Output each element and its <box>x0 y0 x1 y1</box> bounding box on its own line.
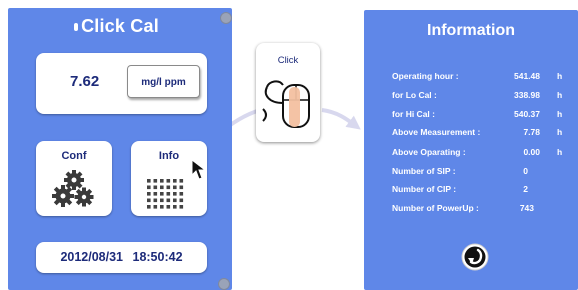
info-row-powerup: Number of PowerUp : 743 <box>364 203 578 217</box>
information-panel: Information Operating hour : 541.48 h fo… <box>364 10 578 290</box>
grid-dot <box>147 205 151 209</box>
grid-dot <box>166 179 171 183</box>
info-label: Above Measurement : <box>392 127 481 137</box>
measurement-card: 7.62 mg/l ppm <box>36 53 207 114</box>
info-row-above-operating: Above Oparating : 0.00 h <box>364 147 578 161</box>
grid-dot <box>147 185 151 190</box>
grid-dot <box>153 198 158 203</box>
grid-dot <box>166 205 171 209</box>
info-unit: h <box>557 109 563 119</box>
corner-indicator-icon <box>218 278 230 290</box>
grid-dot <box>179 179 184 183</box>
grid-dot <box>166 198 171 203</box>
grid-dot <box>153 185 158 190</box>
back-arrow-icon[interactable] <box>461 243 489 271</box>
info-row-lo-cal: for Lo Cal : 338.98 h <box>364 90 578 104</box>
conf-button-label: Conf <box>61 150 87 162</box>
mouse-pointer-icon <box>191 159 207 180</box>
grid-dot <box>173 179 177 183</box>
dot-grid-icon <box>147 179 184 209</box>
conf-button[interactable]: Conf <box>36 141 112 216</box>
grid-dot <box>173 198 177 203</box>
grid-dot <box>173 192 177 196</box>
info-unit: h <box>557 127 563 137</box>
grid-dot <box>160 179 164 183</box>
grid-dot <box>173 185 177 190</box>
unit-button[interactable]: mg/l ppm <box>127 65 200 98</box>
info-unit: h <box>557 71 563 81</box>
grid-dot <box>166 185 171 190</box>
info-row-hi-cal: for Hi Cal : 540.37 h <box>364 109 578 123</box>
grid-dot <box>147 192 151 196</box>
info-value: 0.00 <box>523 147 540 157</box>
grid-dot <box>160 198 164 203</box>
grid-dot <box>179 192 184 196</box>
info-value: 541.48 <box>514 71 540 81</box>
click-cal-panel: Click Cal 7.62 mg/l ppm Conf Info 2012/0… <box>8 8 232 290</box>
grid-dot <box>160 205 164 209</box>
mouse-click-icon <box>262 80 310 128</box>
panel-title: Click Cal <box>81 16 159 36</box>
info-label: for Lo Cal : <box>392 90 437 100</box>
info-label: Number of SIP : <box>392 166 456 176</box>
info-value: 743 <box>519 203 534 213</box>
grid-dot <box>179 185 184 190</box>
info-label: Above Oparating : <box>392 147 466 157</box>
click-instruction-card: Click <box>256 43 320 142</box>
grid-dot <box>166 192 171 196</box>
info-value: 7.78 <box>523 127 540 137</box>
info-label: Operating hour : <box>392 71 459 81</box>
grid-dot <box>160 185 164 190</box>
info-label: Number of PowerUp : <box>392 203 479 213</box>
info-value: 338.98 <box>514 90 540 100</box>
grid-dot <box>153 192 158 196</box>
gears-icon <box>52 170 94 207</box>
info-label: for Hi Cal : <box>392 109 435 119</box>
grid-dot <box>173 205 177 209</box>
grid-dot <box>147 198 151 203</box>
info-unit: h <box>557 147 563 157</box>
info-row-sip: Number of SIP : 0 <box>364 166 578 180</box>
grid-dot <box>153 205 158 209</box>
grid-dot <box>179 205 184 209</box>
grid-dot <box>147 179 151 183</box>
information-title: Information <box>427 22 515 39</box>
datetime-text: 2012/08/31 18:50:42 <box>60 250 183 264</box>
info-value: 0 <box>523 166 528 176</box>
info-value: 540.37 <box>514 109 540 119</box>
info-row-operating-hour: Operating hour : 541.48 h <box>364 71 578 85</box>
info-value: 2 <box>523 184 528 194</box>
grid-dot <box>160 192 164 196</box>
info-button[interactable]: Info <box>131 141 207 216</box>
grid-dot <box>153 179 158 183</box>
click-label: Click <box>277 55 299 66</box>
info-label: Number of CIP : <box>392 184 457 194</box>
info-unit: h <box>557 90 563 100</box>
grid-dot <box>179 198 184 203</box>
info-row-above-measurement: Above Measurement : 7.78 h <box>364 127 578 141</box>
measurement-value: 7.62 <box>70 73 100 90</box>
info-row-cip: Number of CIP : 2 <box>364 184 578 198</box>
close-icon[interactable] <box>220 12 232 24</box>
datetime-display: 2012/08/31 18:50:42 <box>36 242 207 273</box>
